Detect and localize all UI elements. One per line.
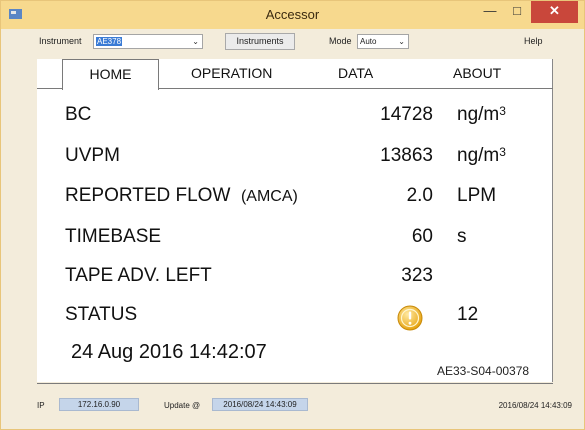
update-label: Update @	[164, 401, 201, 410]
timebase-label: TIMEBASE	[65, 226, 162, 247]
uvpm-label: UVPM	[65, 145, 120, 166]
mode-select[interactable]: Auto ⌄	[357, 34, 409, 49]
mode-value: Auto	[360, 37, 377, 46]
reading-row-status: STATUS 12	[37, 304, 553, 334]
close-button[interactable]: ✕	[531, 1, 578, 23]
instruments-button[interactable]: Instruments	[225, 33, 295, 50]
current-timestamp: 24 Aug 2016 14:42:07	[71, 341, 267, 363]
ip-label: IP	[37, 401, 45, 410]
reading-row-tape: TAPE ADV. LEFT 323	[37, 265, 553, 295]
minimize-button[interactable]: —	[477, 1, 503, 23]
reading-row-timebase: TIMEBASE 60 s	[37, 226, 553, 256]
warning-circle-icon[interactable]	[397, 305, 423, 331]
reading-row-flow: REPORTED FLOW (AMCA) 2.0 LPM	[37, 185, 553, 215]
toolbar: Instrument AE378 ⌄ Instruments Mode Auto…	[1, 29, 584, 53]
instrument-value: AE378	[96, 37, 123, 46]
uvpm-value: 13863	[380, 145, 433, 166]
status-bar: IP 172.16.0.90 Update @ 2016/08/24 14:43…	[1, 393, 584, 417]
status-label: STATUS	[65, 304, 138, 325]
serial-number: AE33-S04-00378	[437, 364, 530, 378]
title-bar[interactable]: Accessor — □ ✕	[1, 1, 584, 29]
tab-about[interactable]: ABOUT	[453, 65, 501, 81]
tape-label: TAPE ADV. LEFT	[65, 265, 212, 286]
tape-value: 323	[401, 265, 433, 286]
statusbar-timestamp: 2016/08/24 14:43:09	[498, 401, 572, 410]
bc-unit: ng/m3	[457, 104, 506, 125]
chevron-down-icon: ⌄	[192, 37, 199, 46]
flow-label: REPORTED FLOW (AMCA)	[65, 185, 298, 206]
flow-unit: LPM	[457, 185, 497, 206]
uvpm-unit: ng/m3	[457, 145, 506, 166]
home-panel: HOME OPERATION DATA ABOUT BC 14728 ng/m3…	[37, 59, 553, 382]
chevron-down-icon: ⌄	[398, 37, 405, 46]
reading-row-uvpm: UVPM 13863 ng/m3	[37, 145, 553, 175]
bc-label: BC	[65, 104, 92, 125]
tab-data[interactable]: DATA	[338, 65, 373, 81]
ip-field: 172.16.0.90	[59, 398, 139, 411]
timebase-unit: s	[457, 226, 467, 247]
instrument-label: Instrument	[39, 36, 82, 46]
mode-label: Mode	[329, 36, 352, 46]
flow-qualifier: (AMCA)	[240, 188, 298, 205]
help-menu[interactable]: Help	[524, 36, 543, 46]
bc-value: 14728	[380, 104, 433, 125]
instrument-select[interactable]: AE378 ⌄	[93, 34, 203, 49]
app-window: Accessor — □ ✕ Instrument AE378 ⌄ Instru…	[0, 0, 585, 430]
maximize-button[interactable]: □	[504, 1, 530, 23]
timebase-value: 60	[411, 226, 433, 247]
tab-operation[interactable]: OPERATION	[191, 65, 272, 81]
flow-value: 2.0	[406, 185, 433, 206]
divider	[37, 383, 553, 384]
status-code: 12	[457, 304, 479, 325]
reading-row-bc: BC 14728 ng/m3	[37, 104, 553, 134]
tab-strip: HOME OPERATION DATA ABOUT	[37, 59, 553, 90]
update-field: 2016/08/24 14:43:09	[212, 398, 308, 411]
tab-home[interactable]: HOME	[62, 59, 159, 90]
